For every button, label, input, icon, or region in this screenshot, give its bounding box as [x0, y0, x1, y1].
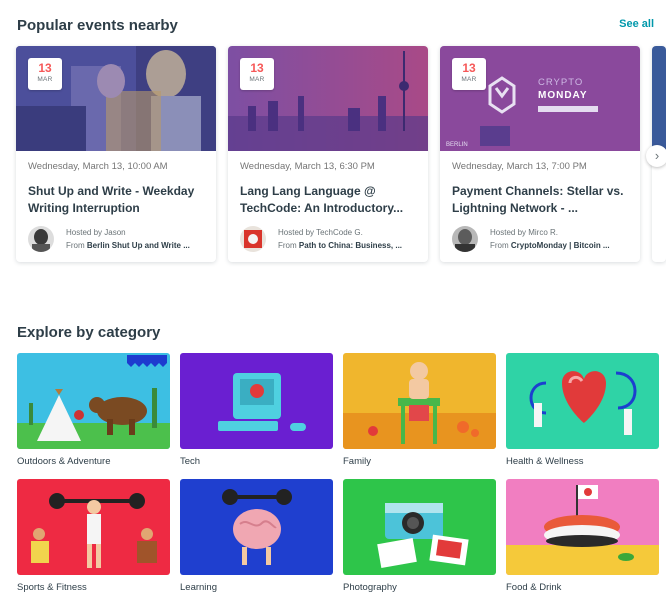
- popular-events-heading: Popular events nearby: [17, 17, 178, 34]
- host-group: From Path to China: Business, ...: [278, 241, 403, 250]
- event-host: Hosted by Jason From Berlin Shut Up and …: [28, 226, 208, 252]
- event-image: 13 MAR: [228, 46, 428, 151]
- date-month: MAR: [249, 76, 265, 83]
- date-badge: 13 MAR: [240, 58, 274, 90]
- event-card[interactable]: 13 MAR Wednesday, March 13, 10:00 AM Shu…: [16, 46, 216, 262]
- category-tile[interactable]: Health & Wellness: [506, 353, 659, 467]
- category-tile[interactable]: Food & Drink: [506, 479, 659, 593]
- event-datetime: Wednesday, March 13, 10:00 AM: [28, 161, 168, 172]
- poster-text: BERLIN: [446, 142, 468, 148]
- category-label: Photography: [343, 582, 397, 593]
- category-label: Sports & Fitness: [17, 582, 87, 593]
- poster-text: CRYPTO: [538, 77, 584, 88]
- event-datetime: Wednesday, March 13, 7:00 PM: [452, 161, 587, 172]
- category-tile[interactable]: Sports & Fitness: [17, 479, 170, 593]
- category-label: Learning: [180, 582, 217, 593]
- category-image: [506, 479, 659, 575]
- event-image: [652, 46, 666, 151]
- category-tile[interactable]: Outdoors & Adventure: [17, 353, 170, 467]
- hosted-by: Hosted by TechCode G.: [278, 228, 363, 237]
- category-image: [180, 479, 333, 575]
- event-image: CRYPTO MONDAY BERLIN 13 MAR: [440, 46, 640, 151]
- event-title[interactable]: Lang Lang Language @ TechCode: An Introd…: [240, 183, 416, 219]
- category-image: [180, 353, 333, 449]
- event-title[interactable]: Shut Up and Write - Weekday Writing Inte…: [28, 183, 204, 219]
- poster-bar: [538, 106, 598, 112]
- explore-heading: Explore by category: [17, 324, 161, 341]
- category-label: Outdoors & Adventure: [17, 456, 111, 467]
- host-avatar: [240, 226, 266, 252]
- date-day: 13: [250, 61, 264, 75]
- host-avatar: [452, 226, 478, 252]
- see-all-link[interactable]: See all: [619, 18, 654, 30]
- host-avatar: [28, 226, 54, 252]
- category-image: [506, 353, 659, 449]
- hosted-by: Hosted by Jason: [66, 228, 126, 237]
- carousel-next-button[interactable]: ›: [646, 145, 666, 167]
- poster-text: MONDAY: [538, 90, 588, 101]
- category-tile[interactable]: Learning: [180, 479, 333, 593]
- event-datetime: Wednesday, March 13, 6:30 PM: [240, 161, 375, 172]
- category-label: Health & Wellness: [506, 456, 584, 467]
- category-tile[interactable]: Tech: [180, 353, 333, 467]
- hosted-by: Hosted by Mirco R.: [490, 228, 559, 237]
- host-group: From Berlin Shut Up and Write ...: [66, 241, 190, 250]
- category-label: Tech: [180, 456, 201, 467]
- event-image: 13 MAR: [16, 46, 216, 151]
- category-tile[interactable]: Photography: [343, 479, 496, 593]
- category-image: [17, 353, 170, 449]
- event-host: Hosted by Mirco R. From CryptoMonday | B…: [452, 226, 632, 252]
- events-carousel: 13 MAR Wednesday, March 13, 10:00 AM Shu…: [16, 46, 666, 262]
- date-badge: 13 MAR: [452, 58, 486, 90]
- date-day: 13: [462, 61, 476, 75]
- host-group: From CryptoMonday | Bitcoin ...: [490, 241, 610, 250]
- date-badge: 13 MAR: [28, 58, 62, 90]
- event-host: Hosted by TechCode G. From Path to China…: [240, 226, 420, 252]
- date-day: 13: [38, 61, 52, 75]
- event-card[interactable]: 13 MAR Wednesday, March 13, 6:30 PM Lang…: [228, 46, 428, 262]
- category-image: [343, 353, 496, 449]
- date-month: MAR: [37, 76, 53, 83]
- category-tile[interactable]: Family: [343, 353, 496, 467]
- category-image: [343, 479, 496, 575]
- event-card[interactable]: CRYPTO MONDAY BERLIN 13 MAR Wednesday, M…: [440, 46, 640, 262]
- date-month: MAR: [461, 76, 477, 83]
- category-label: Family: [343, 456, 371, 467]
- category-image: [17, 479, 170, 575]
- event-title[interactable]: Payment Channels: Stellar vs. Lightning …: [452, 183, 628, 219]
- category-label: Food & Drink: [506, 582, 562, 593]
